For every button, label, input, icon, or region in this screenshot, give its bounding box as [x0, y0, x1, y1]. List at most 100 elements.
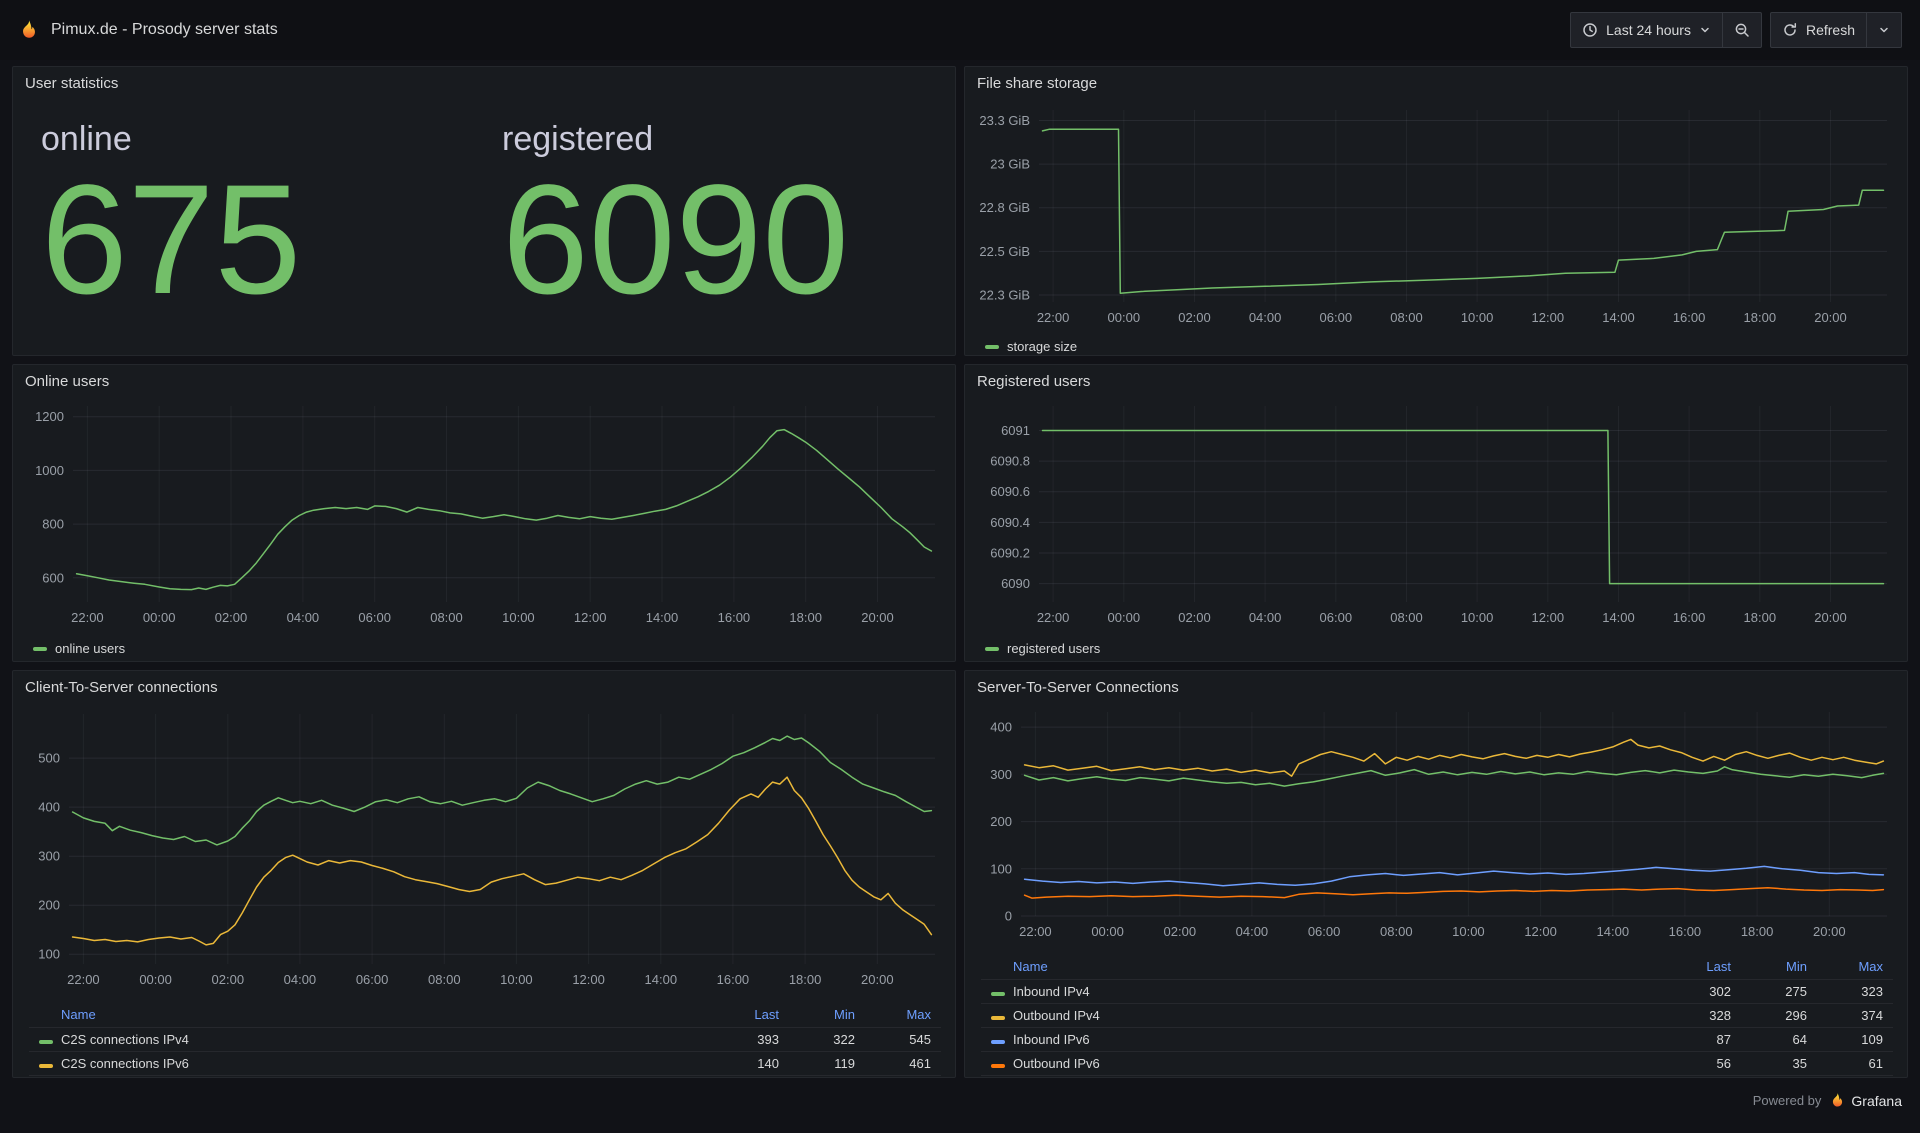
series-storage-size: [1043, 129, 1884, 293]
svg-text:200: 200: [990, 814, 1012, 829]
s2s-canvas[interactable]: 22:0000:0002:0004:0006:0008:0010:0012:00…: [975, 700, 1899, 950]
legend-stat-value: 64: [1741, 1027, 1817, 1051]
legend-marker-icon: [991, 1040, 1005, 1044]
series-c2s-connections-ipv6: [73, 777, 932, 945]
svg-text:12:00: 12:00: [572, 972, 605, 987]
legend-marker-icon: [985, 647, 999, 651]
refresh-interval-button[interactable]: [1866, 13, 1901, 47]
svg-text:100: 100: [38, 947, 60, 962]
legend-series-name[interactable]: Inbound IPv6: [981, 1027, 1665, 1051]
svg-text:600: 600: [42, 570, 64, 585]
legend-column-max[interactable]: Max: [1817, 955, 1893, 979]
legend-marker-icon: [991, 1016, 1005, 1020]
svg-text:10:00: 10:00: [1461, 610, 1494, 625]
svg-text:14:00: 14:00: [1597, 924, 1630, 939]
legend-stat-value: 322: [789, 1027, 865, 1051]
stat-value: 6090: [502, 159, 945, 321]
registered-canvas[interactable]: 22:0000:0002:0004:0006:0008:0010:0012:00…: [975, 394, 1899, 634]
svg-text:00:00: 00:00: [143, 610, 176, 625]
svg-text:00:00: 00:00: [1108, 610, 1141, 625]
legend-series-name[interactable]: Outbound IPv4: [981, 1003, 1665, 1027]
legend-row[interactable]: Outbound IPv4328296374: [981, 1003, 1893, 1027]
chart-legend: registered users: [975, 639, 1897, 656]
svg-text:22:00: 22:00: [1019, 924, 1052, 939]
time-controls-group: Last 24 hours: [1570, 12, 1762, 48]
svg-text:04:00: 04:00: [287, 610, 320, 625]
refresh-label: Refresh: [1806, 22, 1855, 38]
zoom-out-icon: [1734, 22, 1750, 38]
legend-stat-value: 302: [1665, 979, 1741, 1003]
legend-column-name[interactable]: Name: [981, 955, 1665, 979]
c2s-canvas[interactable]: 22:0000:0002:0004:0006:0008:0010:0012:00…: [23, 700, 947, 998]
time-range-label: Last 24 hours: [1606, 22, 1691, 38]
grafana-logo-icon: [18, 19, 40, 41]
svg-text:08:00: 08:00: [1390, 610, 1423, 625]
panel-title: File share storage: [975, 73, 1897, 96]
svg-text:14:00: 14:00: [1602, 610, 1635, 625]
svg-text:16:00: 16:00: [1673, 310, 1706, 325]
panel-registered-users: Registered users 22:0000:0002:0004:0006:…: [964, 364, 1908, 662]
svg-text:100: 100: [990, 861, 1012, 876]
svg-text:6090: 6090: [1001, 576, 1030, 591]
stat-row: online 675 registered 6090: [23, 96, 945, 321]
legend-series-name[interactable]: C2S connections IPv6: [29, 1051, 713, 1075]
legend-row[interactable]: C2S connections IPv4393322545: [29, 1027, 941, 1051]
svg-text:06:00: 06:00: [1320, 310, 1353, 325]
online-canvas[interactable]: 22:0000:0002:0004:0006:0008:0010:0012:00…: [23, 394, 947, 634]
svg-text:0: 0: [1005, 909, 1012, 924]
legend-series-name[interactable]: Outbound IPv6: [981, 1051, 1665, 1075]
legend-stat-value: 56: [1665, 1051, 1741, 1075]
legend-row[interactable]: Outbound IPv6563561: [981, 1051, 1893, 1075]
svg-text:800: 800: [42, 517, 64, 532]
storage-canvas[interactable]: 22:0000:0002:0004:0006:0008:0010:0012:00…: [975, 96, 1899, 332]
svg-text:23 GiB: 23 GiB: [990, 157, 1030, 172]
powered-by-label: Powered by: [1753, 1093, 1822, 1108]
refresh-button[interactable]: Refresh: [1771, 13, 1866, 47]
legend-stat-value: 140: [713, 1051, 789, 1075]
series-online-users: [77, 430, 932, 590]
svg-text:12:00: 12:00: [1532, 310, 1565, 325]
legend-row[interactable]: Inbound IPv68764109: [981, 1027, 1893, 1051]
svg-text:16:00: 16:00: [1673, 610, 1706, 625]
svg-text:22:00: 22:00: [1037, 610, 1070, 625]
legend-stat-value: 374: [1817, 1003, 1893, 1027]
legend-column-min[interactable]: Min: [1741, 955, 1817, 979]
svg-text:06:00: 06:00: [1308, 924, 1341, 939]
series-registered-users: [1043, 431, 1884, 584]
zoom-out-button[interactable]: [1722, 13, 1761, 47]
svg-text:23.3 GiB: 23.3 GiB: [979, 113, 1030, 128]
legend-stat-value: 35: [1741, 1051, 1817, 1075]
legend-row[interactable]: Inbound IPv4302275323: [981, 979, 1893, 1003]
svg-text:06:00: 06:00: [1320, 610, 1353, 625]
legend-column-last[interactable]: Last: [713, 1003, 789, 1027]
legend-stat-value: 109: [1817, 1027, 1893, 1051]
legend-column-name[interactable]: Name: [29, 1003, 713, 1027]
legend-series-name[interactable]: C2S connections IPv4: [29, 1027, 713, 1051]
svg-text:14:00: 14:00: [645, 972, 678, 987]
grafana-brand-label[interactable]: Grafana: [1851, 1093, 1902, 1109]
footer: Powered by Grafana: [0, 1078, 1920, 1109]
svg-text:10:00: 10:00: [502, 610, 535, 625]
legend-item[interactable]: registered users: [985, 641, 1100, 656]
svg-text:6091: 6091: [1001, 423, 1030, 438]
legend-stat-value: 323: [1817, 979, 1893, 1003]
svg-text:10:00: 10:00: [1461, 310, 1494, 325]
legend-item[interactable]: storage size: [985, 339, 1077, 354]
time-picker-button[interactable]: Last 24 hours: [1571, 13, 1722, 47]
svg-text:22.5 GiB: 22.5 GiB: [979, 244, 1030, 259]
legend-column-max[interactable]: Max: [865, 1003, 941, 1027]
legend-item[interactable]: online users: [33, 641, 125, 656]
svg-text:16:00: 16:00: [718, 610, 751, 625]
c2s-connections-chart: 22:0000:0002:0004:0006:0008:0010:0012:00…: [23, 700, 945, 1076]
svg-text:16:00: 16:00: [1669, 924, 1702, 939]
legend-column-last[interactable]: Last: [1665, 955, 1741, 979]
legend-series-name[interactable]: Inbound IPv4: [981, 979, 1665, 1003]
svg-text:20:00: 20:00: [1814, 310, 1847, 325]
legend-column-min[interactable]: Min: [789, 1003, 865, 1027]
svg-text:6090.4: 6090.4: [990, 515, 1030, 530]
svg-text:12:00: 12:00: [574, 610, 607, 625]
svg-text:08:00: 08:00: [1380, 924, 1413, 939]
svg-text:00:00: 00:00: [1108, 310, 1141, 325]
legend-row[interactable]: C2S connections IPv6140119461: [29, 1051, 941, 1075]
svg-text:08:00: 08:00: [1390, 310, 1423, 325]
